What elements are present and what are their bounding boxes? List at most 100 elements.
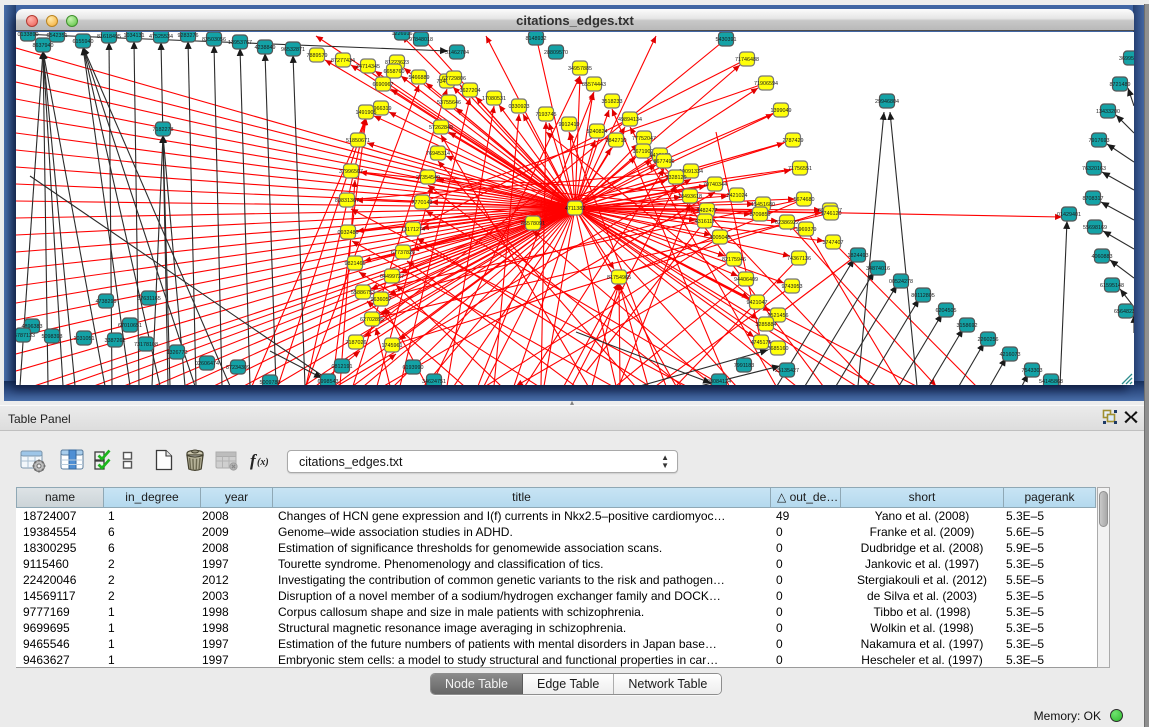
- svg-text:13433200: 13433200: [1096, 109, 1120, 115]
- svg-text:4216073: 4216073: [1000, 352, 1021, 358]
- svg-text:62729806: 62729806: [442, 76, 466, 82]
- svg-text:3387262: 3387262: [105, 338, 126, 344]
- svg-text:8721489: 8721489: [1110, 82, 1131, 88]
- svg-text:0330923: 0330923: [509, 104, 530, 110]
- svg-text:04499727: 04499727: [380, 274, 404, 280]
- svg-text:97848018: 97848018: [409, 37, 433, 43]
- svg-text:17080531: 17080531: [482, 96, 506, 102]
- svg-text:7991183: 7991183: [734, 363, 755, 369]
- svg-text:3482477: 3482477: [697, 208, 718, 214]
- svg-text:(x): (x): [257, 457, 269, 468]
- svg-text:13953767: 13953767: [228, 40, 252, 46]
- svg-text:25135427: 25135427: [775, 368, 799, 374]
- svg-text:87277434: 87277434: [331, 58, 355, 64]
- svg-text:55886753: 55886753: [351, 290, 375, 296]
- svg-text:6155940: 6155940: [73, 39, 94, 45]
- svg-text:9743953: 9743953: [782, 284, 803, 290]
- svg-text:9421047: 9421047: [747, 300, 768, 306]
- svg-text:65787133: 65787133: [16, 333, 35, 339]
- svg-text:6193990: 6193990: [403, 365, 424, 371]
- svg-text:1746120: 1746120: [821, 211, 842, 217]
- svg-text:82175946: 82175946: [722, 257, 746, 263]
- svg-text:5009788: 5009788: [260, 380, 281, 385]
- svg-text:1491905: 1491905: [356, 110, 377, 116]
- svg-text:4238849: 4238849: [255, 45, 276, 51]
- svg-text:02606474: 02606474: [195, 361, 219, 367]
- svg-text:57262849: 57262849: [429, 125, 453, 131]
- svg-text:81754965: 81754965: [607, 275, 631, 281]
- svg-text:65648236: 65648236: [1114, 309, 1134, 315]
- svg-text:0812191: 0812191: [332, 364, 353, 370]
- svg-text:00524278: 00524278: [889, 279, 913, 285]
- svg-text:2787429: 2787429: [783, 138, 804, 144]
- svg-text:5098393: 5098393: [42, 334, 63, 340]
- svg-text:79740344: 79740344: [703, 182, 727, 188]
- svg-text:3709859: 3709859: [750, 212, 771, 218]
- svg-text:4060883: 4060883: [1092, 254, 1113, 260]
- svg-text:5466889: 5466889: [409, 75, 430, 81]
- svg-text:7543303: 7543303: [1022, 368, 1043, 374]
- svg-text:74367136: 74367136: [787, 256, 811, 262]
- svg-text:1034131: 1034131: [124, 33, 145, 39]
- svg-text:8637940: 8637940: [33, 43, 54, 49]
- svg-text:0133890: 0133890: [18, 32, 39, 38]
- svg-text:55698169: 55698169: [1083, 225, 1107, 231]
- svg-text:51850671: 51850671: [346, 138, 370, 144]
- svg-text:34624751: 34624751: [422, 379, 446, 385]
- svg-text:80112805: 80112805: [911, 293, 935, 299]
- svg-text:76945314: 76945314: [426, 151, 450, 157]
- svg-text:6690967: 6690967: [373, 82, 394, 88]
- svg-text:34714345: 34714345: [356, 64, 380, 70]
- svg-text:67010651: 67010651: [118, 323, 142, 329]
- svg-text:6204505: 6204505: [936, 308, 957, 314]
- svg-text:37996507: 37996507: [339, 169, 363, 175]
- svg-text:94406409: 94406409: [734, 277, 758, 283]
- svg-text:1745961: 1745961: [382, 343, 403, 349]
- svg-text:6542351: 6542351: [47, 33, 68, 39]
- svg-text:01429401: 01429401: [1057, 212, 1081, 218]
- svg-text:7917693: 7917693: [1089, 138, 1110, 144]
- svg-text:71906594: 71906594: [754, 81, 778, 87]
- svg-text:5240824: 5240824: [587, 129, 608, 135]
- svg-text:36995777: 36995777: [1119, 56, 1134, 62]
- svg-text:0932480: 0932480: [338, 230, 359, 236]
- svg-text:28809570: 28809570: [544, 50, 568, 56]
- svg-text:62702895: 62702895: [360, 317, 384, 323]
- svg-text:4316117: 4316117: [695, 219, 716, 225]
- svg-text:37631165: 37631165: [137, 296, 161, 302]
- svg-text:73178108: 73178108: [134, 342, 158, 348]
- svg-text:4711382: 4711382: [565, 206, 586, 212]
- svg-text:85574443: 85574443: [582, 82, 606, 88]
- svg-text:49894134: 49894134: [618, 117, 642, 123]
- svg-text:7187026: 7187026: [346, 340, 367, 346]
- svg-text:5674680: 5674680: [794, 197, 815, 203]
- svg-text:81618495: 81618495: [97, 34, 121, 40]
- svg-text:2328120: 2328120: [666, 175, 687, 181]
- svg-text:9821465: 9821465: [345, 261, 366, 267]
- svg-text:6998543: 6998543: [318, 379, 339, 385]
- svg-text:8677496: 8677496: [654, 159, 675, 165]
- svg-text:3285884: 3285884: [756, 322, 777, 328]
- svg-text:6658760: 6658760: [384, 69, 405, 75]
- svg-text:13493618: 13493618: [678, 194, 702, 200]
- svg-text:8148932: 8148932: [526, 36, 547, 42]
- svg-text:3518233: 3518233: [602, 99, 623, 105]
- svg-text:1031051: 1031051: [74, 336, 95, 342]
- svg-text:96532871: 96532871: [281, 47, 305, 53]
- svg-text:9283276: 9283276: [178, 33, 199, 39]
- svg-text:8708317: 8708317: [1083, 196, 1104, 202]
- svg-text:27354549: 27354549: [416, 175, 440, 181]
- svg-text:54145868: 54145868: [1039, 379, 1063, 385]
- svg-text:83503056: 83503056: [202, 37, 226, 43]
- svg-text:51462704: 51462704: [445, 50, 469, 56]
- svg-text:9636057: 9636057: [371, 297, 392, 303]
- svg-text:77752047: 77752047: [632, 136, 656, 142]
- svg-text:7193745: 7193745: [536, 112, 557, 118]
- svg-text:67737826: 67737826: [391, 250, 415, 256]
- svg-text:76320163: 76320163: [1082, 166, 1106, 172]
- svg-text:2260256: 2260256: [978, 337, 999, 343]
- svg-text:80831367: 80831367: [335, 198, 359, 204]
- svg-text:1326773: 1326773: [167, 350, 188, 356]
- svg-text:34874016: 34874016: [866, 266, 890, 272]
- svg-text:13171274: 13171274: [401, 227, 425, 233]
